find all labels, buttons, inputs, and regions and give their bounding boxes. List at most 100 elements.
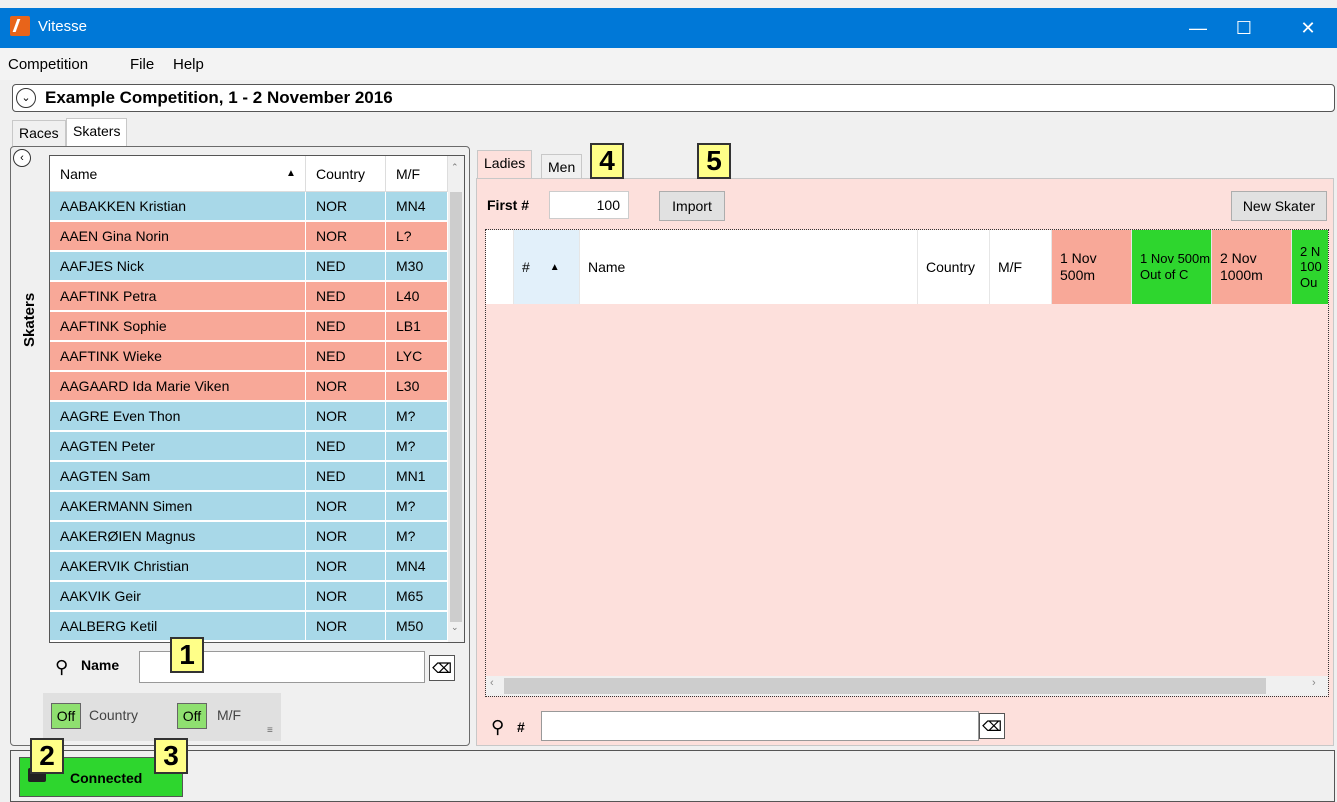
menu-help[interactable]: Help bbox=[173, 56, 204, 73]
tab-races[interactable]: Races bbox=[12, 120, 66, 146]
competition-header[interactable]: ⌄ Example Competition, 1 - 2 November 20… bbox=[12, 84, 1335, 112]
competition-title: Example Competition, 1 - 2 November 2016 bbox=[45, 88, 393, 107]
cell-name: AAKERVIK Christian bbox=[50, 552, 306, 581]
close-button[interactable]: ✕ bbox=[1285, 8, 1331, 48]
table-row[interactable]: AAGAARD Ida Marie Viken NOR L30 bbox=[50, 372, 448, 401]
callout-5: 5 bbox=[697, 143, 731, 179]
scroll-down-icon[interactable]: ⌄ bbox=[451, 622, 459, 633]
tab-ladies[interactable]: Ladies bbox=[477, 150, 533, 180]
scroll-left-icon[interactable]: ‹ bbox=[490, 677, 494, 689]
first-number-input[interactable]: 100 bbox=[549, 191, 629, 219]
clear-search-icon[interactable]: ⌫ bbox=[429, 655, 455, 681]
menu-competition[interactable]: Competition bbox=[8, 56, 88, 73]
scroll-thumb[interactable] bbox=[450, 192, 462, 622]
callout-4: 4 bbox=[590, 143, 624, 179]
cell-name: AAGTEN Peter bbox=[50, 432, 306, 461]
cell-country: NOR bbox=[306, 192, 386, 221]
table-row[interactable]: AAKERVIK Christian NOR MN4 bbox=[50, 552, 448, 581]
cell-mf: L? bbox=[386, 222, 448, 251]
table-row[interactable]: AAGTEN Sam NED MN1 bbox=[50, 462, 448, 491]
cell-name: AAFTINK Wieke bbox=[50, 342, 306, 371]
column-header-name[interactable]: Name ▲ bbox=[50, 156, 306, 192]
new-skater-button[interactable]: New Skater bbox=[1231, 191, 1327, 221]
skaters-vertical-label: Skaters bbox=[21, 292, 38, 347]
callout-1: 1 bbox=[170, 637, 204, 673]
scroll-thumb[interactable] bbox=[504, 678, 1266, 694]
column-header-race-2[interactable]: 1 Nov 500m Out of C bbox=[1132, 230, 1212, 304]
mf-filter-toggle[interactable]: Off bbox=[177, 703, 207, 729]
column-header-race-4[interactable]: 2 N 100 Ou bbox=[1292, 230, 1328, 304]
search-icon: ⚲ bbox=[55, 657, 69, 677]
cell-country: NOR bbox=[306, 522, 386, 551]
races-panel: Ladies Men First # 100 Import New Skater… bbox=[475, 146, 1335, 746]
vertical-scrollbar[interactable]: ⌃ ⌄ bbox=[448, 156, 464, 642]
table-row[interactable]: AAKERMANN Simen NOR M? bbox=[50, 492, 448, 521]
status-bar: Connected bbox=[10, 750, 1335, 802]
cell-mf: L40 bbox=[386, 282, 448, 311]
cell-country: NOR bbox=[306, 612, 386, 641]
table-row[interactable]: AAFTINK Petra NED L40 bbox=[50, 282, 448, 311]
column-header-name[interactable]: Name bbox=[580, 230, 918, 304]
table-row[interactable]: AAFTINK Sophie NED LB1 bbox=[50, 312, 448, 341]
cell-country: NED bbox=[306, 252, 386, 281]
cell-country: NED bbox=[306, 462, 386, 491]
clear-search-icon[interactable]: ⌫ bbox=[979, 713, 1005, 739]
title-bar: Vitesse — ☐ ✕ bbox=[0, 8, 1337, 48]
horizontal-scrollbar[interactable]: ‹ › bbox=[486, 676, 1328, 696]
cell-mf: M65 bbox=[386, 582, 448, 611]
cell-name: AAFTINK Sophie bbox=[50, 312, 306, 341]
cell-mf: M? bbox=[386, 402, 448, 431]
tab-skaters[interactable]: Skaters bbox=[66, 118, 128, 146]
resize-grip-icon[interactable]: ≡ bbox=[267, 725, 273, 736]
tab-men[interactable]: Men bbox=[541, 154, 583, 180]
column-header-country[interactable]: Country bbox=[918, 230, 990, 304]
window-title: Vitesse bbox=[38, 18, 87, 35]
cell-mf: MN4 bbox=[386, 552, 448, 581]
table-row[interactable]: AAFJES Nick NED M30 bbox=[50, 252, 448, 281]
cell-country: NED bbox=[306, 282, 386, 311]
table-row[interactable]: AAGRE Even Thon NOR M? bbox=[50, 402, 448, 431]
scroll-up-icon[interactable]: ⌃ bbox=[451, 162, 459, 173]
cell-name: AAFTINK Petra bbox=[50, 282, 306, 311]
column-header-race-1[interactable]: 1 Nov 500m bbox=[1052, 230, 1132, 304]
column-header-country[interactable]: Country bbox=[306, 156, 386, 192]
chevron-down-icon[interactable]: ⌄ bbox=[16, 88, 36, 108]
callout-2: 2 bbox=[30, 738, 64, 774]
skaters-panel: ‹ Skaters Name ▲ Country M/F AABAKKEN Kr… bbox=[10, 146, 470, 746]
sort-asc-icon: ▲ bbox=[549, 261, 560, 273]
country-filter-toggle[interactable]: Off bbox=[51, 703, 81, 729]
scroll-right-icon[interactable]: › bbox=[1312, 677, 1316, 689]
column-header-number[interactable]: # ▲ bbox=[514, 230, 580, 304]
table-row[interactable]: AAFTINK Wieke NED LYC bbox=[50, 342, 448, 371]
cell-mf: M? bbox=[386, 522, 448, 551]
row-selector-header bbox=[486, 230, 514, 304]
number-search-input[interactable] bbox=[541, 711, 979, 741]
first-number-label: First # bbox=[487, 197, 530, 213]
race-grid: # ▲ Name Country M/F 1 Nov 500m 1 Nov 50… bbox=[485, 229, 1329, 697]
minimize-button[interactable]: — bbox=[1175, 8, 1221, 48]
cell-name: AAFJES Nick bbox=[50, 252, 306, 281]
filter-bar: Off Country Off M/F ≡ bbox=[43, 693, 281, 741]
sort-asc-icon: ▲ bbox=[286, 168, 296, 179]
table-row[interactable]: AAKVIK Geir NOR M65 bbox=[50, 582, 448, 611]
cell-name: AAKERMANN Simen bbox=[50, 492, 306, 521]
menu-file[interactable]: File bbox=[130, 56, 154, 73]
table-row[interactable]: AAKERØIEN Magnus NOR M? bbox=[50, 522, 448, 551]
chevron-left-icon[interactable]: ‹ bbox=[13, 149, 31, 167]
cell-mf: MN4 bbox=[386, 192, 448, 221]
maximize-button[interactable]: ☐ bbox=[1221, 8, 1267, 48]
column-label: Name bbox=[60, 166, 98, 182]
cell-mf: M? bbox=[386, 492, 448, 521]
table-row[interactable]: AAEN Gina Norin NOR L? bbox=[50, 222, 448, 251]
name-search-label: Name bbox=[81, 657, 120, 673]
table-row[interactable]: AABAKKEN Kristian NOR MN4 bbox=[50, 192, 448, 221]
column-header-race-3[interactable]: 2 Nov 1000m bbox=[1212, 230, 1292, 304]
table-row[interactable]: AAGTEN Peter NED M? bbox=[50, 432, 448, 461]
cell-country: NED bbox=[306, 342, 386, 371]
table-row[interactable]: AALBERG Ketil NOR M50 bbox=[50, 612, 448, 641]
country-filter-label: Country bbox=[89, 707, 139, 723]
column-header-mf[interactable]: M/F bbox=[386, 156, 448, 192]
column-header-mf[interactable]: M/F bbox=[990, 230, 1052, 304]
import-button[interactable]: Import bbox=[659, 191, 725, 221]
number-search-label: # bbox=[517, 719, 525, 735]
